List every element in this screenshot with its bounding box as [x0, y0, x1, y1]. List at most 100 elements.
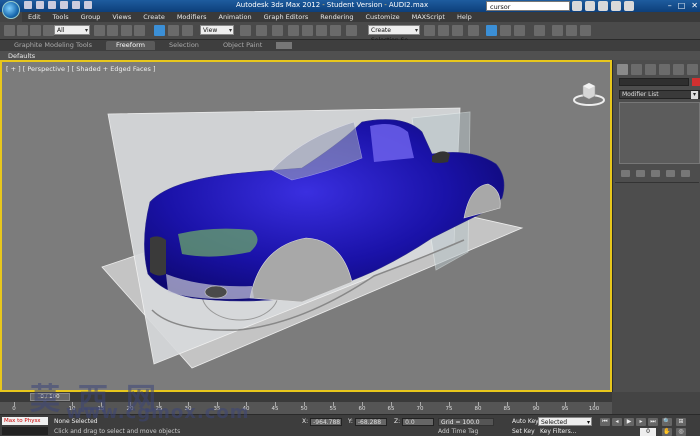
z-coordinate-field[interactable]: 0.0: [402, 418, 435, 426]
render-production-icon[interactable]: [580, 25, 591, 36]
object-color-swatch[interactable]: [692, 78, 700, 86]
menu-group[interactable]: Group: [81, 13, 101, 21]
select-object-icon[interactable]: [94, 25, 105, 36]
tab-freeform[interactable]: Freeform: [106, 41, 155, 50]
subscription-icon[interactable]: [585, 1, 595, 11]
edit-named-selection-icon[interactable]: [346, 25, 357, 36]
save-file-icon[interactable]: [48, 1, 56, 9]
key-mode-dropdown[interactable]: Selected: [538, 417, 592, 427]
rectangular-selection-icon[interactable]: [121, 25, 132, 36]
viewcube-icon[interactable]: [572, 78, 606, 106]
x-coordinate-field[interactable]: -964.788: [310, 418, 343, 426]
search-icon[interactable]: [572, 1, 582, 11]
goto-start-icon[interactable]: ⏮: [600, 418, 610, 426]
pin-stack-icon[interactable]: [621, 170, 630, 177]
snaps-toggle-icon[interactable]: [288, 25, 299, 36]
project-folder-icon[interactable]: [84, 1, 92, 9]
communication-icon[interactable]: [598, 1, 608, 11]
named-selection-dropdown[interactable]: Create Selection Se: [368, 25, 420, 44]
key-filters-button[interactable]: Key Filters...: [540, 428, 577, 435]
menu-modifiers[interactable]: Modifiers: [177, 13, 207, 21]
object-name-field[interactable]: [619, 78, 689, 86]
undo-icon[interactable]: [4, 25, 15, 36]
open-file-icon[interactable]: [36, 1, 44, 9]
menu-create[interactable]: Create: [143, 13, 165, 21]
zoom-icon[interactable]: 🔍: [662, 418, 672, 426]
scene-explorer-icon[interactable]: [452, 25, 463, 36]
configure-sets-icon[interactable]: [681, 170, 690, 177]
time-slider[interactable]: 0 / 100: [0, 392, 612, 402]
render-setup-icon[interactable]: [552, 25, 563, 36]
orbit-icon[interactable]: ◎: [676, 428, 686, 436]
graphite-toggle-icon[interactable]: [486, 25, 497, 36]
select-manipulate-icon[interactable]: [256, 25, 267, 36]
tab-selection[interactable]: Selection: [159, 41, 209, 50]
menu-views[interactable]: Views: [112, 13, 131, 21]
zoom-all-icon[interactable]: ⊞: [676, 418, 686, 426]
maxscript-listener[interactable]: Max to Physx: [2, 417, 48, 425]
spinner-snap-icon[interactable]: [330, 25, 341, 36]
y-coordinate-field[interactable]: -68.288: [354, 418, 387, 426]
menu-graph-editors[interactable]: Graph Editors: [264, 13, 309, 21]
window-crossing-icon[interactable]: [134, 25, 145, 36]
goto-end-icon[interactable]: ⏭: [648, 418, 658, 426]
redo-icon[interactable]: [72, 1, 80, 9]
menu-maxscript[interactable]: MAXScript: [412, 13, 445, 21]
favorites-star-icon[interactable]: [611, 1, 621, 11]
make-unique-icon[interactable]: [651, 170, 660, 177]
application-button-icon[interactable]: [2, 1, 20, 19]
remove-modifier-icon[interactable]: [666, 170, 675, 177]
reference-coordinate-dropdown[interactable]: View: [200, 25, 234, 36]
tab-object-paint[interactable]: Object Paint: [213, 41, 272, 50]
undo-icon[interactable]: [60, 1, 68, 9]
menu-customize[interactable]: Customize: [365, 13, 399, 21]
previous-frame-icon[interactable]: ◂: [612, 418, 622, 426]
perspective-viewport[interactable]: [ + ] [ Perspective ] [ Shaded + Edged F…: [0, 60, 612, 392]
selection-filter-dropdown[interactable]: All: [54, 25, 90, 36]
menu-rendering[interactable]: Rendering: [320, 13, 353, 21]
keyboard-shortcut-icon[interactable]: [272, 25, 283, 36]
track-bar[interactable]: 0 10 15 20 25 30 35 40 45 50 55 60 65 70 75 80 85 90 95 100: [0, 402, 612, 414]
hierarchy-tab-icon[interactable]: [645, 64, 656, 75]
set-key-button[interactable]: Set Key: [512, 428, 535, 435]
mirror-icon[interactable]: [424, 25, 435, 36]
motion-tab-icon[interactable]: [659, 64, 670, 75]
auto-key-button[interactable]: Auto Key: [512, 418, 539, 425]
tab-graphite-modeling-tools[interactable]: Graphite Modeling Tools: [4, 41, 102, 50]
layer-manager-icon[interactable]: [468, 25, 479, 36]
time-slider-thumb[interactable]: 0 / 100: [30, 393, 70, 401]
menu-tools[interactable]: Tools: [53, 13, 69, 21]
show-end-result-icon[interactable]: [636, 170, 645, 177]
minimize-icon[interactable]: –: [668, 1, 672, 10]
ribbon-minimize-icon[interactable]: [276, 42, 293, 49]
material-editor-icon[interactable]: [534, 25, 545, 36]
redo-icon[interactable]: [17, 25, 28, 36]
menu-edit[interactable]: Edit: [28, 13, 41, 21]
help-search-input[interactable]: cursor: [486, 1, 570, 11]
select-and-move-icon[interactable]: [154, 25, 165, 36]
select-by-name-icon[interactable]: [107, 25, 118, 36]
create-tab-icon[interactable]: [617, 64, 628, 75]
current-frame-field[interactable]: 0: [640, 428, 656, 436]
modifier-stack[interactable]: [619, 102, 700, 164]
play-icon[interactable]: ▶: [624, 418, 634, 426]
pivot-center-icon[interactable]: [240, 25, 251, 36]
select-and-link-icon[interactable]: [30, 25, 41, 36]
pan-view-icon[interactable]: ✋: [662, 428, 672, 436]
close-icon[interactable]: ✕: [691, 1, 698, 10]
utilities-tab-icon[interactable]: [687, 64, 698, 75]
next-frame-icon[interactable]: ▸: [636, 418, 646, 426]
select-and-rotate-icon[interactable]: [168, 25, 179, 36]
new-file-icon[interactable]: [24, 1, 32, 9]
maxscript-listener-output[interactable]: [2, 427, 48, 435]
unlink-icon[interactable]: [43, 25, 54, 36]
help-icon[interactable]: [624, 1, 634, 11]
display-tab-icon[interactable]: [673, 64, 684, 75]
menu-animation[interactable]: Animation: [219, 13, 252, 21]
angle-snap-icon[interactable]: [302, 25, 313, 36]
schematic-view-icon[interactable]: [514, 25, 525, 36]
percent-snap-icon[interactable]: [316, 25, 327, 36]
rendered-frame-window-icon[interactable]: [566, 25, 577, 36]
viewport-label[interactable]: [ + ] [ Perspective ] [ Shaded + Edged F…: [6, 65, 156, 73]
menu-help[interactable]: Help: [457, 13, 472, 21]
